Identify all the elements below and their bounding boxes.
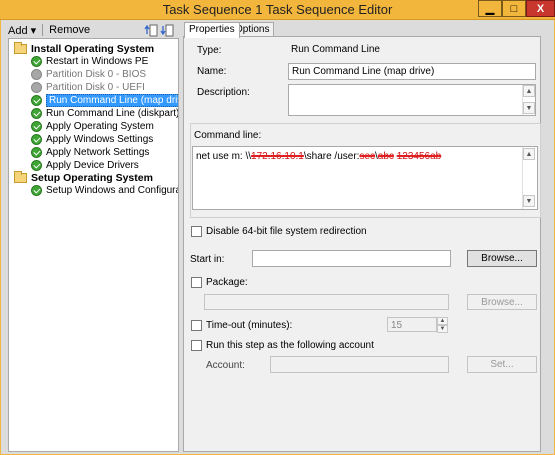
tab-properties[interactable]: Properties	[184, 22, 240, 38]
browse-start-in-button[interactable]: Browse...	[467, 250, 537, 267]
tree-item-label: Apply Device Drivers	[46, 160, 139, 171]
browse-package-button[interactable]: Browse...	[467, 294, 537, 310]
scroll-up-icon[interactable]: ▲	[523, 148, 535, 160]
minimize-button[interactable]: ▁	[478, 0, 502, 17]
package-label: Package:	[206, 277, 248, 288]
tree-group-setup-os[interactable]: Setup Operating System	[14, 170, 153, 184]
tree-item-label: Run Command Line (diskpart)	[46, 108, 179, 119]
tree-item[interactable]: Restart in Windows PE	[31, 55, 148, 68]
type-value: Run Command Line	[291, 44, 380, 55]
start-in-label: Start in:	[190, 254, 225, 265]
scroll-up-icon[interactable]: ▲	[523, 85, 535, 97]
run-as-account-checkbox[interactable]	[191, 340, 202, 351]
add-menu-button[interactable]: Add ▾	[8, 24, 36, 37]
scroll-down-icon[interactable]: ▼	[523, 102, 535, 114]
name-label: Name:	[197, 66, 227, 77]
name-field[interactable]: Run Command Line (map drive)	[288, 63, 536, 80]
tree-item[interactable]: Apply Windows Settings	[31, 133, 153, 146]
start-in-field[interactable]	[252, 250, 451, 267]
tree-item-label: Apply Network Settings	[46, 147, 150, 158]
type-label: Type:	[197, 45, 222, 56]
maximize-button[interactable]: □	[502, 0, 526, 17]
tree-item[interactable]: Partition Disk 0 - BIOS	[31, 68, 146, 81]
window-title: Task Sequence 1 Task Sequence Editor	[162, 2, 393, 17]
folder-icon	[14, 170, 27, 183]
check-icon	[31, 108, 42, 119]
tree-item[interactable]: Partition Disk 0 - UEFI	[31, 81, 145, 94]
cmd-redacted-password: 123456ab	[396, 151, 442, 162]
title-bar: Task Sequence 1 Task Sequence Editor ▁ □…	[0, 0, 555, 20]
disabled-step-icon	[31, 82, 42, 93]
tree-item-selected[interactable]: Run Command Line (map drive)	[31, 94, 178, 107]
cmd-prefix: net use m: \\	[196, 151, 252, 162]
tree-item-label: Apply Operating System	[46, 121, 154, 132]
tree-group-label: Setup Operating System	[31, 171, 153, 184]
package-field[interactable]	[204, 294, 449, 310]
check-icon	[31, 56, 42, 67]
cmd-share: \share /user:	[303, 151, 360, 162]
close-button[interactable]: X	[526, 0, 555, 17]
check-icon	[31, 147, 42, 158]
description-label: Description:	[197, 87, 250, 98]
toolbar-separator	[42, 24, 44, 36]
tree-item-label: Restart in Windows PE	[46, 56, 149, 67]
task-sequence-tree[interactable]: Install Operating System Restart in Wind…	[8, 38, 179, 452]
check-icon	[31, 121, 42, 132]
description-field[interactable]	[288, 84, 536, 116]
timeout-checkbox[interactable]	[191, 320, 202, 331]
tree-item-label: Apply Windows Settings	[46, 134, 154, 145]
cmd-redacted-ip: 172.16.10.1	[251, 151, 304, 162]
tree-item-label: Partition Disk 0 - UEFI	[46, 82, 145, 93]
cmd-redacted-user: sec	[359, 151, 376, 162]
disable-64bit-checkbox[interactable]	[191, 226, 202, 237]
description-scrollbar[interactable]: ▲ ▼	[522, 85, 535, 115]
check-icon	[31, 160, 42, 171]
tree-item[interactable]: Run Command Line (diskpart)	[31, 107, 179, 120]
folder-icon	[14, 41, 27, 54]
move-up-icon[interactable]	[144, 24, 158, 37]
account-field[interactable]	[270, 356, 449, 373]
spin-up-icon[interactable]: ▲	[437, 317, 448, 325]
close-icon: X	[536, 2, 545, 15]
tree-item-label: Run Command Line (map drive)	[46, 94, 178, 107]
account-label: Account:	[206, 360, 245, 371]
spin-down-icon[interactable]: ▼	[437, 325, 448, 333]
disabled-step-icon	[31, 69, 42, 80]
scroll-down-icon[interactable]: ▼	[523, 195, 535, 207]
tree-item[interactable]: Setup Windows and Configuration	[31, 184, 178, 197]
tree-group-install-os[interactable]: Install Operating System	[14, 41, 155, 55]
timeout-label: Time-out (minutes):	[206, 320, 293, 331]
command-line-field[interactable]: net use m: \\172.16.10.1\share /user:sec…	[192, 146, 538, 210]
remove-button[interactable]: Remove	[49, 24, 90, 36]
tree-item-label: Setup Windows and Configuration	[46, 185, 178, 196]
move-down-icon[interactable]	[160, 24, 174, 37]
cmd-redacted-account: abc	[377, 151, 394, 162]
check-icon	[31, 134, 42, 145]
minimize-icon: ▁	[485, 3, 495, 15]
tree-item[interactable]: Apply Network Settings	[31, 146, 149, 159]
maximize-icon: □	[510, 2, 518, 15]
tree-group-label: Install Operating System	[31, 42, 155, 55]
tree-item[interactable]: Apply Operating System	[31, 120, 154, 133]
run-as-account-label: Run this step as the following account	[206, 340, 374, 351]
tree-item-label: Partition Disk 0 - BIOS	[46, 69, 147, 80]
set-account-button[interactable]: Set...	[467, 356, 537, 373]
disable-64bit-label: Disable 64-bit file system redirection	[206, 226, 367, 237]
timeout-spinner[interactable]: 15	[387, 317, 437, 332]
command-line-scrollbar[interactable]: ▲ ▼	[522, 147, 535, 209]
command-line-label: Command line:	[194, 130, 262, 141]
check-icon	[31, 95, 42, 106]
check-icon	[31, 185, 42, 196]
package-checkbox[interactable]	[191, 277, 202, 288]
